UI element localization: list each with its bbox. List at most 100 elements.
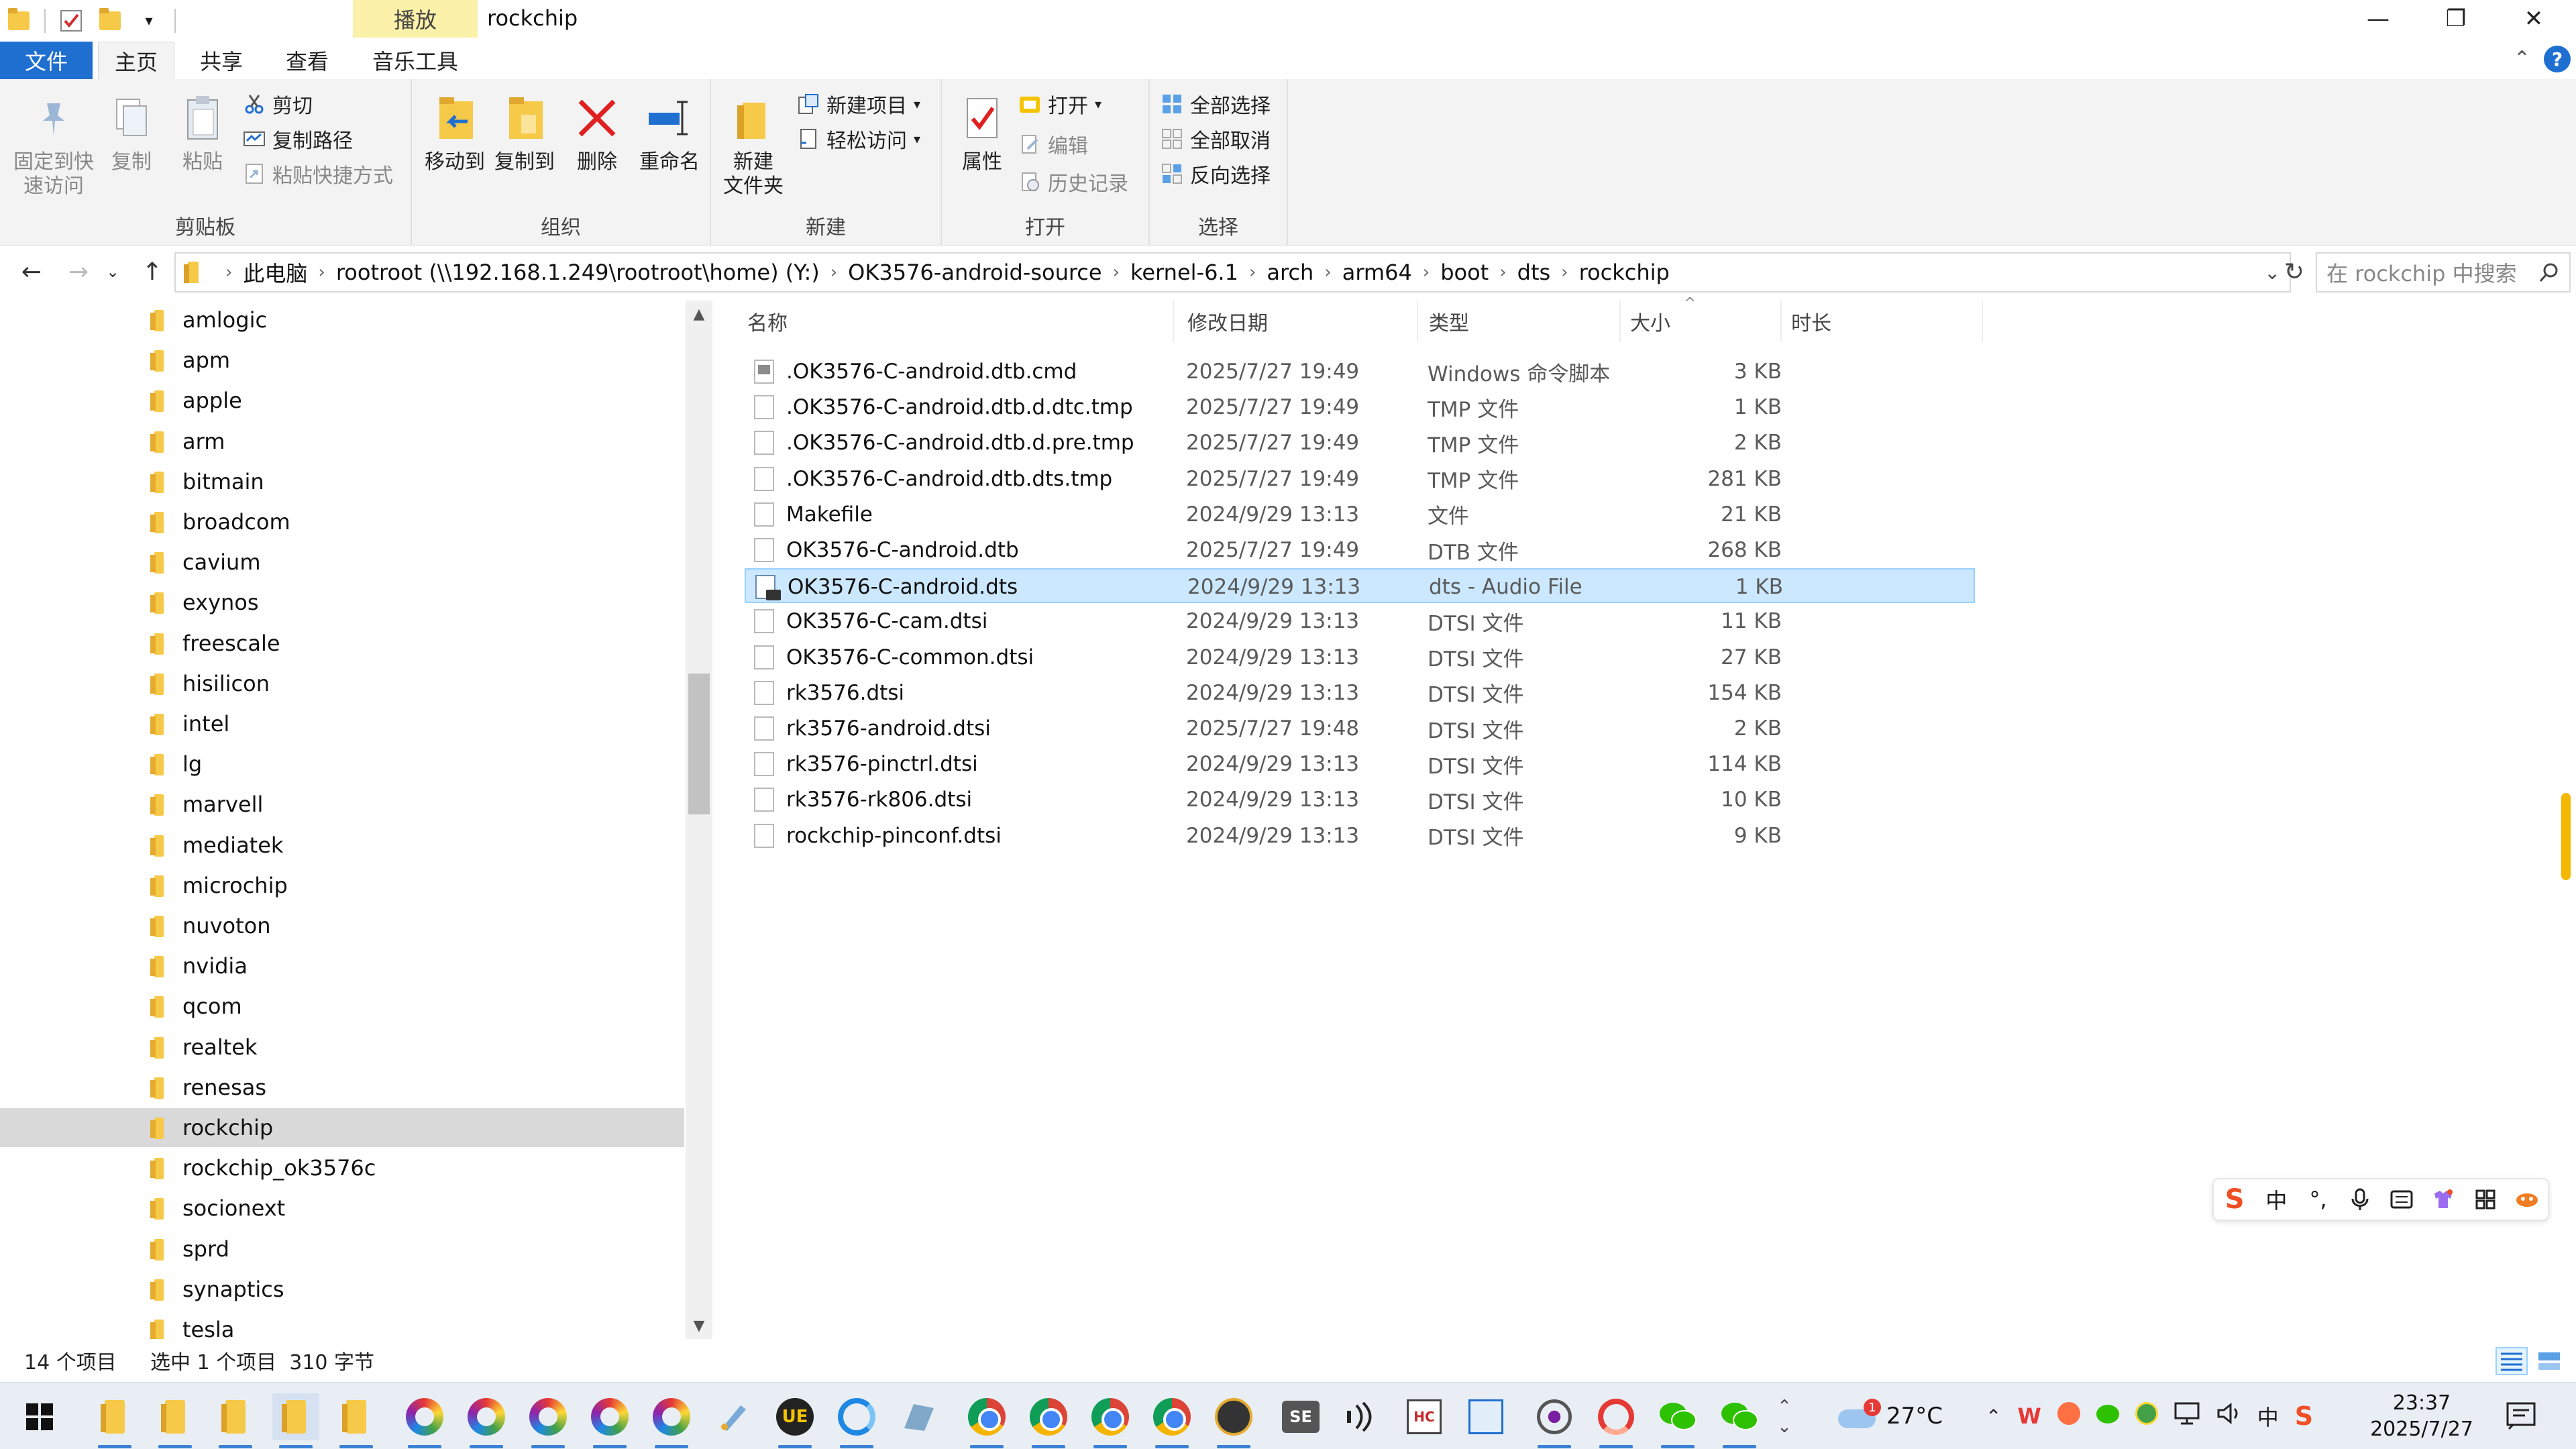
recent-locations-chevron-icon[interactable]: ⌄ (101, 255, 125, 288)
select-none-button[interactable]: 全部取消 (1161, 123, 1271, 154)
crumb-this-pc[interactable]: 此电脑 (243, 257, 307, 288)
pin-quick-access-button[interactable]: 固定到快 速访问 (9, 91, 98, 199)
paste-shortcut-button[interactable]: 粘贴快捷方式 (243, 158, 393, 189)
taskbar-wechat-icon-1[interactable] (1654, 1393, 1701, 1448)
taskbar-chrome-icon-3[interactable] (1087, 1393, 1134, 1448)
tab-file[interactable]: 文件 (0, 42, 93, 79)
crumb-boot[interactable]: boot (1440, 260, 1489, 285)
ime-mode-label[interactable]: 中 (2259, 1184, 2293, 1215)
column-header-duration[interactable]: 时长 (1782, 301, 1983, 342)
taskbar-explorer-icon-3[interactable] (212, 1393, 259, 1448)
taskbar-avatar-app-icon[interactable] (1210, 1393, 1257, 1448)
file-row[interactable]: OK3576-C-common.dtsi 2024/9/29 13:13 DTSI … (745, 640, 1975, 675)
new-folder-qat-icon[interactable] (97, 7, 123, 34)
context-tab-play[interactable]: 播放 (353, 0, 478, 38)
move-to-button[interactable]: 移动到 (419, 91, 491, 174)
nav-folder-item[interactable]: qcom (0, 987, 684, 1026)
start-windows-icon[interactable] (16, 1393, 63, 1440)
taskbar-ultraedit-icon[interactable]: UE (771, 1393, 818, 1448)
column-header-date[interactable]: 修改日期 (1178, 301, 1418, 342)
nav-folder-item[interactable]: arm (0, 422, 684, 461)
crumb-source[interactable]: OK3576-android-source (848, 260, 1102, 285)
restore-button[interactable]: ❐ (2419, 0, 2493, 38)
edit-button[interactable]: 编辑 (1018, 129, 1088, 160)
ime-mascot-icon[interactable] (2510, 1191, 2544, 1208)
nav-folder-item[interactable]: lg (0, 745, 684, 784)
open-button[interactable]: 打开 ▾ (1018, 89, 1102, 119)
taskbar-audio-app-icon[interactable] (1339, 1393, 1386, 1440)
taskbar-pen-tool-icon[interactable] (710, 1393, 757, 1440)
taskbar-swirl-app-icon-3[interactable] (525, 1393, 572, 1448)
tray-network-icon[interactable] (2174, 1402, 2200, 1430)
nav-folder-item[interactable]: sprd (0, 1230, 684, 1269)
file-row[interactable]: OK3576-C-cam.dtsi 2024/9/29 13:13 DTSI 文件 1… (745, 604, 1975, 639)
nav-folder-item[interactable]: exynos (0, 583, 684, 622)
tray-sogou-icon[interactable]: S (2295, 1401, 2313, 1431)
new-item-button[interactable]: 新建项目 ▾ (797, 89, 920, 119)
new-folder-button[interactable]: 新建 文件夹 (716, 91, 790, 199)
tray-wechat-icon[interactable] (2096, 1403, 2119, 1429)
copy-path-button[interactable]: 复制路径 (243, 123, 353, 154)
taskbar-wechat-icon-2[interactable] (1716, 1393, 1763, 1448)
tray-ime-indicator[interactable]: 中 (2257, 1401, 2279, 1432)
taskbar-chart-app-icon[interactable] (1462, 1393, 1509, 1440)
large-icons-view-icon[interactable] (2533, 1347, 2565, 1375)
copy-to-button[interactable]: 复制到 (488, 91, 561, 174)
nav-folder-item[interactable]: microchip (0, 866, 684, 905)
tab-home[interactable]: 主页 (98, 42, 174, 79)
sogou-logo-icon[interactable]: S (2218, 1184, 2251, 1215)
taskbar-red-swirl-icon[interactable] (1593, 1393, 1640, 1448)
easy-access-button[interactable]: 轻松访问 ▾ (797, 123, 920, 154)
nav-folder-item[interactable]: amlogic (0, 301, 684, 339)
nav-folder-item[interactable]: apple (0, 381, 684, 420)
taskbar-explorer-icon-1[interactable] (91, 1393, 138, 1448)
taskbar-overflow-chevron-icon[interactable]: ⌃ ⌄ (1771, 1393, 1798, 1440)
ime-punctuation-icon[interactable]: °, (2302, 1187, 2335, 1212)
file-row[interactable]: Makefile 2024/9/29 13:13 文件 21 KB (745, 497, 1975, 532)
weather-widget[interactable]: 1 27°C (1838, 1383, 1943, 1449)
taskbar-chrome-icon-1[interactable] (963, 1393, 1010, 1448)
back-arrow-icon[interactable]: ← (13, 255, 50, 288)
file-row[interactable]: rk3576-android.dtsi 2025/7/27 19:48 DTSI 文… (745, 711, 1975, 746)
nav-folder-item[interactable]: hisilicon (0, 664, 684, 703)
tray-volume-icon[interactable] (2216, 1402, 2241, 1430)
nav-folder-item[interactable]: apm (0, 341, 684, 380)
taskbar-terminal-icon[interactable] (895, 1393, 942, 1440)
copy-button[interactable]: 复制 (99, 91, 164, 174)
file-row[interactable]: .OK3576-C-android.dtb.d.pre.tmp 2025/7/27… (745, 425, 1975, 460)
collapse-ribbon-icon[interactable]: ⌃ (2514, 47, 2530, 70)
taskbar-explorer-icon-5[interactable] (333, 1393, 380, 1448)
scrollbar-thumb[interactable] (688, 674, 710, 814)
nav-folder-item[interactable]: realtek (0, 1028, 684, 1067)
navigation-scrollbar[interactable]: ▲ ▼ (686, 301, 712, 1339)
column-header-name[interactable]: 名称 (738, 301, 1174, 342)
taskbar-swirl-app-icon-2[interactable] (463, 1393, 510, 1448)
scroll-up-icon[interactable]: ▲ (686, 301, 712, 327)
keyboard-icon[interactable] (2385, 1190, 2418, 1209)
toolbox-grid-icon[interactable] (2469, 1189, 2502, 1210)
file-row[interactable]: OK3576-C-android.dtb 2025/7/27 19:49 DTB 文… (745, 533, 1975, 568)
file-row[interactable]: rk3576-pinctrl.dtsi 2024/9/29 13:13 DTSI 文… (745, 747, 1975, 782)
nav-folder-item[interactable]: renesas (0, 1068, 684, 1107)
nav-folder-item[interactable]: broadcom (0, 502, 684, 541)
taskbar-swirl-app-icon-4[interactable] (586, 1393, 633, 1448)
taskbar-chrome-icon-2[interactable] (1025, 1393, 1072, 1448)
cut-button[interactable]: 剪切 (243, 89, 313, 119)
details-view-icon[interactable] (2496, 1347, 2528, 1375)
column-header-type[interactable]: 类型 (1419, 301, 1621, 342)
properties-button[interactable]: 属性 (953, 91, 1012, 174)
paste-button[interactable]: 粘贴 (170, 91, 235, 174)
nav-folder-item[interactable]: nuvoton (0, 906, 684, 945)
crumb-arch[interactable]: arch (1267, 260, 1313, 285)
nav-folder-item[interactable]: intel (0, 704, 684, 743)
close-button[interactable]: ✕ (2497, 0, 2571, 38)
taskbar-explorer-icon-active[interactable] (272, 1393, 319, 1448)
tray-cat-app-icon[interactable] (2057, 1402, 2080, 1430)
file-row[interactable]: rockchip-pinconf.dtsi 2024/9/29 13:13 DTSI… (745, 818, 1975, 853)
address-bar[interactable]: › 此电脑 › rootroot (\\192.168.1.249\rootro… (174, 252, 2291, 292)
tab-view[interactable]: 查看 (267, 42, 347, 79)
taskbar-se-app-icon[interactable]: SE (1277, 1393, 1324, 1440)
tray-show-hidden-icon[interactable]: ⌃ (1986, 1405, 2001, 1428)
crumb-network-drive[interactable]: rootroot (\\192.168.1.249\rootroot\home)… (336, 260, 820, 285)
file-row[interactable]: .OK3576-C-android.dtb.cmd 2025/7/27 19:49… (745, 354, 1975, 389)
